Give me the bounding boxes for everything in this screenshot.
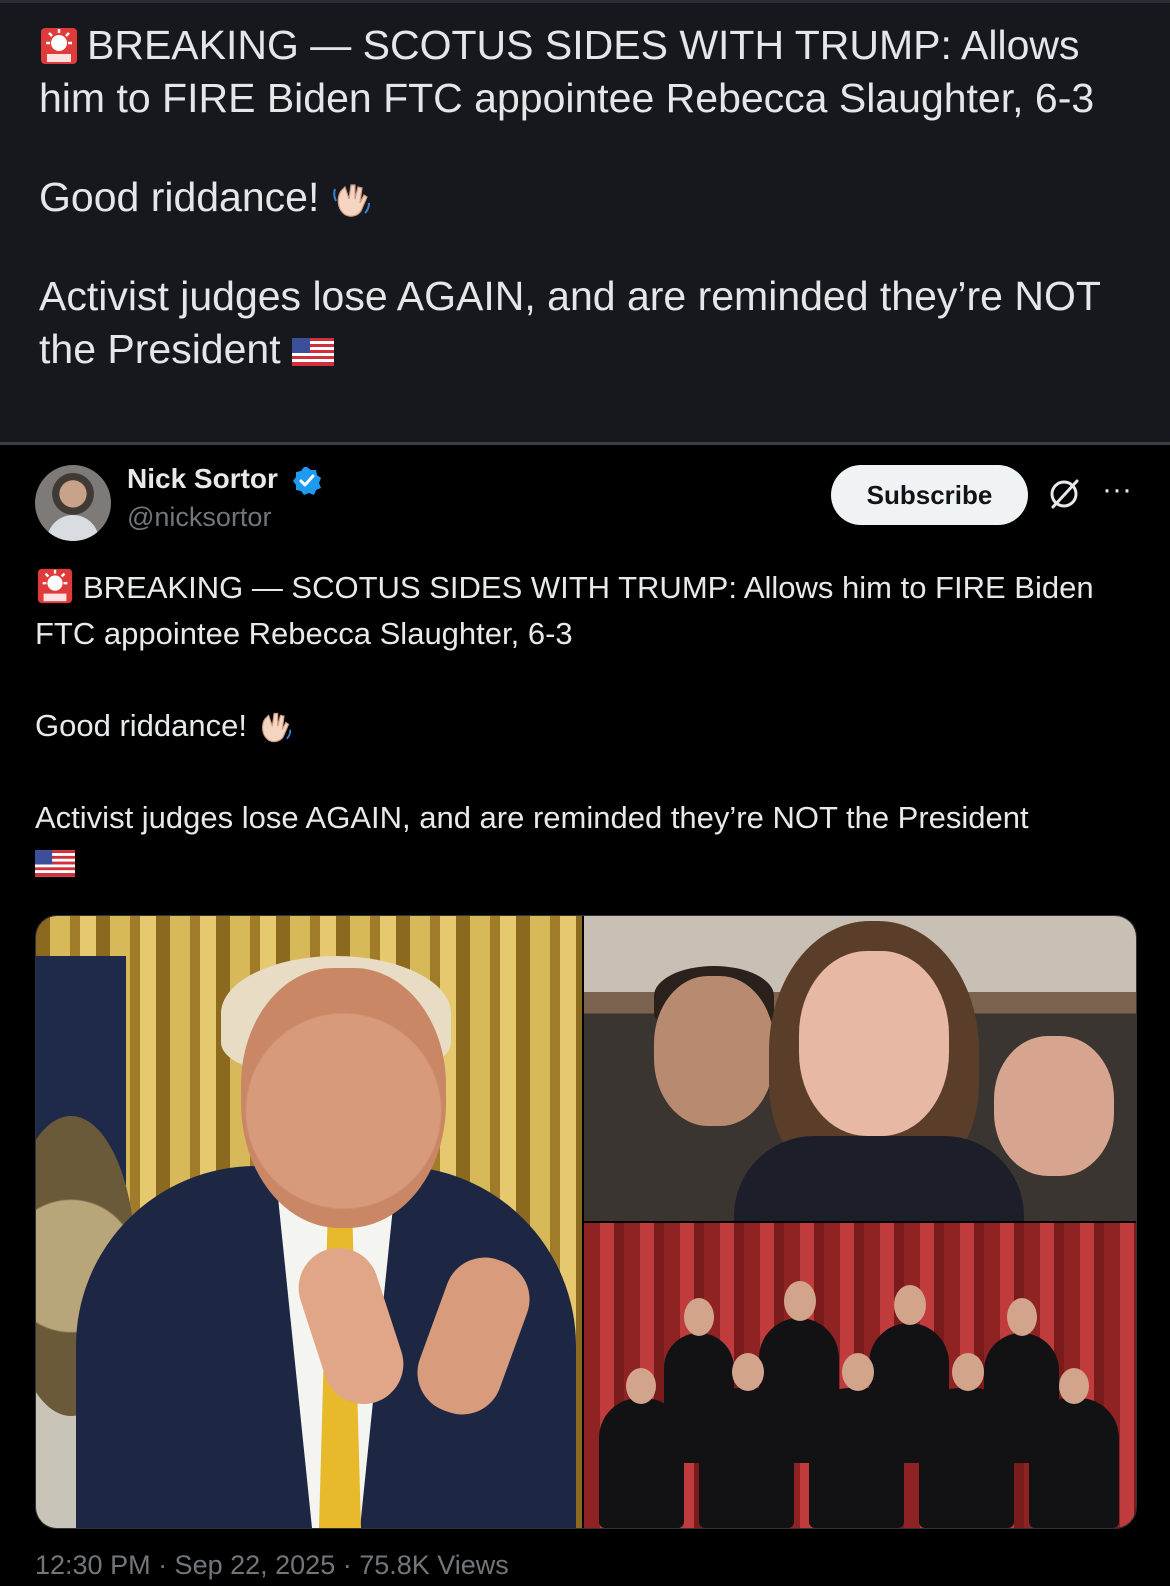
- outer-post-line-3: Activist judges lose AGAIN, and are remi…: [39, 273, 1101, 372]
- us-flag-icon: [35, 850, 75, 877]
- author-handle[interactable]: @nicksortor: [127, 502, 271, 533]
- waving-hand-icon: [261, 712, 291, 743]
- tweet-text: BREAKING — SCOTUS SIDES WITH TRUMP: Allo…: [35, 565, 1145, 887]
- outer-post-text: BREAKING — SCOTUS SIDES WITH TRUMP: Allo…: [39, 19, 1139, 376]
- author-name[interactable]: Nick Sortor: [127, 463, 278, 495]
- media-grid[interactable]: [35, 915, 1137, 1529]
- tweet-line-3: Activist judges lose AGAIN, and are remi…: [35, 800, 1029, 835]
- grok-icon[interactable]: [1045, 475, 1083, 513]
- outer-post: BREAKING — SCOTUS SIDES WITH TRUMP: Allo…: [0, 0, 1170, 442]
- outer-post-line-2: Good riddance!: [39, 171, 1139, 224]
- embedded-tweet: Nick Sortor @nicksortor Subscribe ··· BR…: [0, 445, 1170, 1586]
- avatar[interactable]: [35, 465, 111, 541]
- police-siren-icon: [37, 568, 73, 604]
- tweet-line-2: Good riddance!: [35, 703, 1145, 749]
- outer-post-line-1: BREAKING — SCOTUS SIDES WITH TRUMP: Allo…: [39, 22, 1095, 121]
- tweet-meta: 12:30 PM · Sep 22, 2025 · 75.8K Views: [35, 1550, 509, 1580]
- verified-badge-icon: [293, 467, 321, 495]
- photo-trump-clapping[interactable]: [36, 916, 582, 1528]
- photo-rebecca-slaughter[interactable]: [584, 916, 1136, 1221]
- police-siren-icon: [41, 28, 77, 64]
- subscribe-button[interactable]: Subscribe: [831, 465, 1028, 525]
- photo-supreme-court-justices[interactable]: [584, 1223, 1136, 1528]
- waving-hand-icon: [332, 184, 370, 217]
- tweet-line-3-flag: [35, 841, 1145, 887]
- more-options-icon[interactable]: ···: [1100, 475, 1134, 509]
- us-flag-icon: [292, 338, 335, 366]
- tweet-line-1: BREAKING — SCOTUS SIDES WITH TRUMP: Allo…: [35, 565, 1145, 657]
